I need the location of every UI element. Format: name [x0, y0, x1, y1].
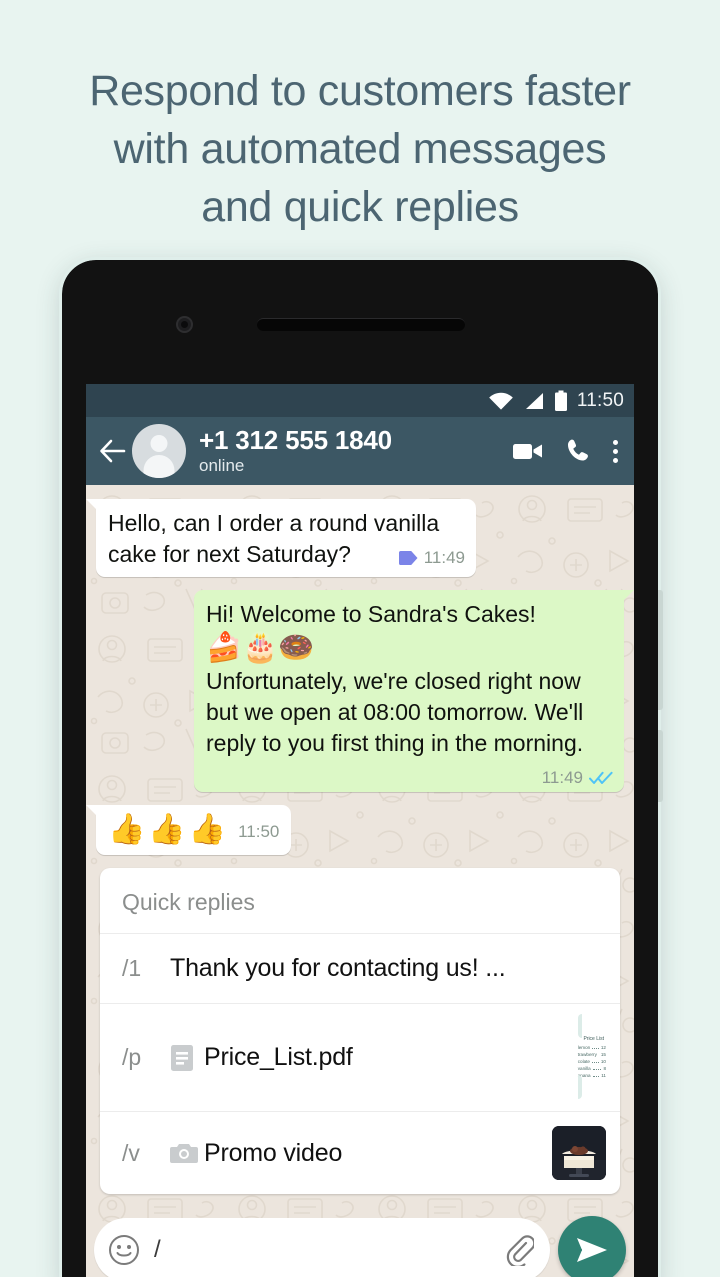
more-options-icon[interactable]: [612, 439, 618, 463]
pdf-preview-row: trawberry 15: [578, 1051, 606, 1058]
thumbs-up-emoji: 👍: [188, 813, 227, 846]
thumbs-up-emoji: 👍: [148, 813, 186, 846]
chat-thread: Hello, can I order a round vanilla cake …: [86, 485, 634, 1277]
pdf-row-price: 10: [600, 1059, 606, 1064]
avatar-head: [150, 435, 168, 452]
thumbs-up-emoji: 👍: [108, 813, 146, 846]
read-receipt-double-check-icon: [589, 771, 613, 784]
quick-reply-shortcut: /1: [122, 955, 142, 981]
message-bubble-incoming[interactable]: Hello, can I order a round vanilla cake …: [86, 499, 476, 577]
wifi-icon: [489, 392, 513, 410]
pdf-row-price: 12: [600, 1045, 606, 1050]
message-bubble-outgoing[interactable]: Hi! Welcome to Sandra's Cakes! 🍰🎂🍩 Unfor…: [194, 590, 634, 792]
message-time: 11:49: [423, 548, 465, 567]
page-title: Respond to customers faster with automat…: [0, 62, 720, 236]
quick-reply-label: Thank you for contacting us! ...: [170, 954, 506, 982]
phone-screen: 11:50 +1 312 555 1840 online Hello, can …: [86, 384, 634, 1277]
headline-line-1: Respond to customers faster: [89, 67, 631, 115]
phone-mockup: 11:50 +1 312 555 1840 online Hello, can …: [59, 257, 663, 1277]
message-row: 👍 👍 👍 11:50: [86, 805, 624, 855]
label-tag-icon: [398, 551, 418, 565]
status-bar-clock: 11:50: [576, 389, 624, 411]
message-meta: 11:49: [398, 548, 465, 568]
back-arrow-icon[interactable]: [96, 438, 130, 464]
cellular-signal-icon: [525, 392, 543, 409]
pdf-row-leader: [591, 1062, 599, 1063]
chat-app-bar: +1 312 555 1840 online: [86, 417, 634, 485]
cake-photo: [552, 1126, 606, 1180]
power-button[interactable]: [658, 730, 663, 802]
emoji-row: 👍 👍 👍 11:50: [108, 813, 279, 847]
message-bubble-emoji[interactable]: 👍 👍 👍 11:50: [86, 805, 292, 855]
message-time: 11:50: [238, 822, 280, 841]
message-row: Hello, can I order a round vanilla cake …: [86, 499, 624, 577]
quick-reply-item-v[interactable]: /v Promo video: [100, 1111, 620, 1194]
status-bar: 11:50: [86, 384, 634, 417]
screenshot-root: Respond to customers faster with automat…: [0, 0, 720, 1277]
headline-line-2: with automated messages: [113, 125, 607, 173]
quick-replies-panel: Quick replies /1 Thank you for contactin…: [100, 868, 620, 1194]
message-input[interactable]: /: [154, 1236, 504, 1264]
pdf-row-name: colate: [577, 1059, 590, 1064]
pdf-preview-row: vanilla 8: [578, 1065, 606, 1072]
message-composer: /: [86, 1212, 634, 1277]
earpiece-speaker: [257, 318, 465, 331]
quick-reply-shortcut: /p: [122, 1044, 142, 1070]
battery-icon: [554, 390, 567, 411]
send-icon: [577, 1238, 607, 1262]
headline-line-3: and quick replies: [201, 183, 519, 231]
emoji-smiley-icon[interactable]: [108, 1234, 140, 1266]
pdf-preview-row: colate 10: [578, 1058, 606, 1065]
quick-reply-label: Promo video: [204, 1138, 343, 1167]
pdf-row-leader: [592, 1048, 599, 1049]
avatar[interactable]: [132, 424, 186, 478]
phone-icon[interactable]: [565, 438, 591, 465]
message-time: 11:49: [541, 768, 583, 787]
pdf-preview-row: lemon 12: [578, 1044, 606, 1051]
message-emojis: 🍰🎂🍩: [206, 632, 315, 664]
pdf-row-name: trawberry: [577, 1052, 597, 1057]
pdf-row-leader: [592, 1076, 600, 1077]
paperclip-icon[interactable]: [504, 1234, 534, 1266]
pdf-row-name: anana: [577, 1073, 591, 1078]
app-bar-actions: [512, 438, 622, 465]
front-camera-icon: [176, 316, 193, 333]
message-row: Hi! Welcome to Sandra's Cakes! 🍰🎂🍩 Unfor…: [96, 590, 634, 792]
message-meta: 11:49: [542, 768, 613, 788]
message-input-pill[interactable]: /: [94, 1218, 550, 1277]
pdf-row-name: lemon: [577, 1045, 591, 1050]
video-preview-thumbnail[interactable]: [552, 1126, 606, 1180]
pdf-preview-row: anana 11: [578, 1072, 606, 1079]
message-text: Hello, can I order a round vanilla cake …: [108, 510, 440, 567]
message-greeting: Hi! Welcome to Sandra's Cakes!: [206, 601, 536, 627]
send-button[interactable]: [558, 1216, 626, 1277]
document-icon: [170, 1044, 204, 1072]
quick-replies-title: Quick replies: [122, 889, 255, 915]
camera-icon: [170, 1142, 204, 1164]
quick-reply-item-p[interactable]: /p Price_List.pdf Price List lemon 12 tr…: [100, 1003, 620, 1111]
contact-info[interactable]: +1 312 555 1840 online: [199, 426, 512, 476]
avatar-body: [143, 455, 175, 478]
video-camera-icon[interactable]: [512, 440, 544, 462]
pdf-row-price: 8: [603, 1066, 606, 1071]
pdf-preview-thumbnail[interactable]: Price List lemon 12 trawberry 15 colate …: [577, 1014, 606, 1099]
message-body: Unfortunately, we're closed right now bu…: [206, 668, 584, 756]
pdf-row-price: 11: [601, 1073, 606, 1078]
pdf-row-name: vanilla: [577, 1066, 591, 1071]
quick-reply-label: Price_List.pdf: [204, 1043, 353, 1071]
pdf-row-leader: [592, 1069, 602, 1070]
pdf-row-price: 15: [600, 1052, 606, 1057]
pdf-preview-title: Price List: [583, 1036, 604, 1042]
volume-button[interactable]: [658, 590, 663, 710]
quick-reply-item-1[interactable]: /1 Thank you for contacting us! ...: [100, 933, 620, 1003]
contact-name: +1 312 555 1840: [199, 425, 392, 455]
quick-reply-shortcut: /v: [122, 1139, 140, 1166]
contact-presence: online: [199, 456, 245, 475]
